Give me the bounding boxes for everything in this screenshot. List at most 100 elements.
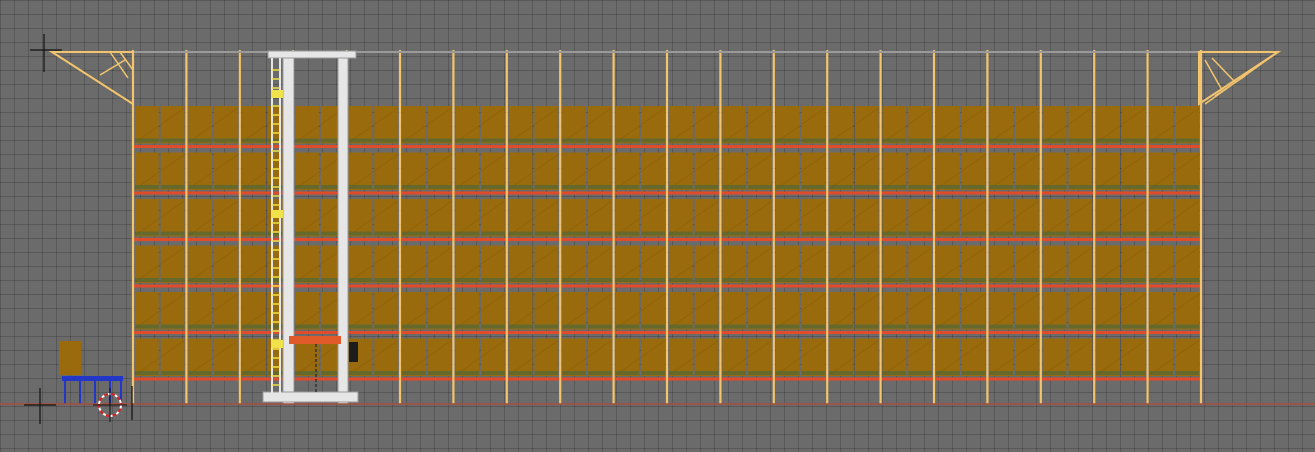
pallet-base: [775, 324, 800, 329]
pallet: [1015, 152, 1039, 190]
pallet-base: [908, 324, 932, 329]
pallet: [989, 245, 1014, 283]
pallet-base: [455, 278, 480, 282]
pallet-base: [160, 324, 185, 329]
pallet: [722, 292, 747, 330]
pallet: [961, 292, 986, 330]
3d-viewport[interactable]: [0, 0, 1315, 452]
pallet-base: [1068, 278, 1093, 282]
pallet-base: [241, 185, 266, 189]
pallet: [829, 152, 853, 190]
pallet-base: [1121, 185, 1146, 189]
pallet: [669, 338, 693, 376]
pallet-base: [1149, 138, 1174, 143]
pallet: [427, 245, 452, 283]
pallet: [669, 152, 693, 190]
pallet-base: [214, 185, 238, 189]
pallet: [241, 338, 266, 376]
pallet-base: [1042, 324, 1067, 329]
pallet: [936, 152, 960, 190]
pallet: [1015, 199, 1039, 237]
pallet: [587, 152, 612, 190]
pallet-base: [135, 231, 159, 236]
pallet-base: [961, 324, 986, 329]
pallet-base: [402, 185, 426, 189]
pallet: [989, 292, 1014, 330]
pallet-base: [348, 185, 373, 189]
pallet: [694, 245, 719, 283]
pallet: [1042, 152, 1067, 190]
pallet: [241, 106, 266, 144]
pallet: [641, 338, 665, 376]
pallet-base: [989, 138, 1014, 143]
pallet-base: [455, 324, 480, 329]
pallet-base: [534, 324, 559, 329]
pallet: [562, 245, 586, 283]
ladder-platform: [271, 90, 283, 98]
pallet: [587, 292, 612, 330]
pallet: [534, 199, 559, 237]
pallet: [508, 338, 533, 376]
warehouse-rack-scene[interactable]: [0, 0, 1315, 452]
pallet-base: [587, 231, 612, 236]
lift-carriage: [289, 336, 341, 344]
pallet-base: [214, 138, 238, 143]
pallet-base: [722, 278, 747, 282]
pallet: [1015, 245, 1039, 283]
pallet-base: [160, 278, 185, 282]
pallet: [882, 338, 907, 376]
pallet: [1068, 106, 1093, 144]
pallet-base: [1042, 278, 1067, 282]
pallet: [908, 292, 932, 330]
pallet: [748, 106, 772, 144]
pallet: [188, 152, 213, 190]
pallet: [188, 199, 213, 237]
pallet: [908, 106, 932, 144]
pallet: [295, 106, 319, 144]
pallet-base: [295, 231, 319, 236]
pallet: [562, 106, 586, 144]
pallet-base: [160, 185, 185, 189]
pallet-base: [775, 278, 800, 282]
pallet: [348, 245, 373, 283]
pallet: [402, 106, 426, 144]
pallet-base: [1068, 185, 1093, 189]
pallet: [801, 106, 826, 144]
pallet-base: [1175, 278, 1199, 282]
pallet: [694, 338, 719, 376]
pallet-base: [481, 371, 505, 375]
pallet-base: [241, 371, 266, 375]
pallet: [882, 106, 907, 144]
left-end-truss[interactable]: [48, 51, 134, 106]
pallet: [722, 152, 747, 190]
pallet-base: [135, 138, 159, 143]
pallet: [936, 338, 960, 376]
pallet: [481, 199, 505, 237]
pallet-base: [615, 371, 640, 375]
pallet: [562, 152, 586, 190]
pallet: [534, 152, 559, 190]
pallet-base: [481, 278, 505, 282]
pallet-base: [1175, 231, 1199, 236]
pallet: [295, 152, 319, 190]
pallet-base: [295, 138, 319, 143]
pallet-base: [374, 138, 398, 143]
pallet-base: [1121, 138, 1146, 143]
pallet: [508, 199, 533, 237]
pallet-base: [1149, 231, 1174, 236]
pallet-base: [882, 278, 907, 282]
right-end-truss[interactable]: [1198, 51, 1282, 106]
pallet: [1096, 199, 1120, 237]
pallet-base: [908, 138, 932, 143]
pallet-base: [481, 324, 505, 329]
pallet: [854, 245, 879, 283]
pallet: [908, 338, 932, 376]
pallet: [1015, 292, 1039, 330]
pallet-base: [936, 278, 960, 282]
pallet-base: [427, 371, 452, 375]
pallet-base: [402, 138, 426, 143]
pallet: [160, 106, 185, 144]
pallet-base: [508, 371, 533, 375]
pallet: [854, 338, 879, 376]
pallet-base: [1015, 185, 1039, 189]
